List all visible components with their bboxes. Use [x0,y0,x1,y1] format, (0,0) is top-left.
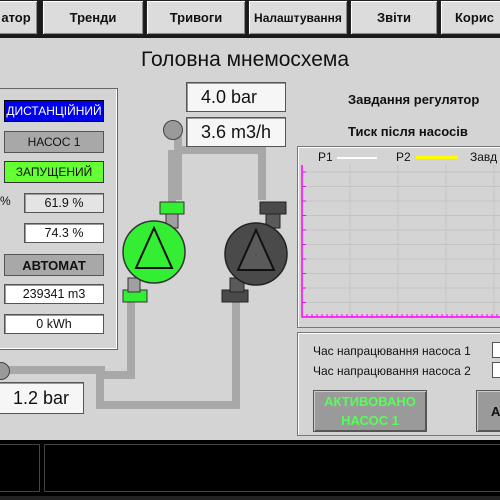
pressure-gauge-icon [163,120,183,140]
pump-name-label: НАСОС 1 [4,131,104,153]
running-state-badge: ЗАПУЩЕНИЙ [4,161,104,183]
footer-cell-2 [44,444,500,492]
hours-pump-2-label: Час напрацювання насоса 2 [313,364,471,378]
legend-p1-swatch [337,157,377,159]
activated-line-1: АКТИВОВАНО [324,394,416,409]
hours-pump-2-field [492,362,500,378]
pressure-after-label: Тиск після насосів [348,124,468,139]
tab-operator[interactable]: атор [0,0,38,35]
activate-pump-2-fragment: А [491,403,500,419]
tab-alarms[interactable]: Тривоги [146,0,246,35]
legend-p1-label: P1 [318,150,333,164]
tab-trends[interactable]: Тренди [42,0,144,35]
chart-axes [301,165,500,318]
pipe-bottom [96,290,240,409]
remote-mode-badge: ДИСТАНЦІЙНИЙ [4,100,104,122]
pressure-top-readout: 4.0 bar [186,82,286,112]
chart-plot-area [301,165,500,318]
activated-pump-1-button[interactable]: АКТИВОВАНО НАСОС 1 [313,390,427,432]
flow-readout: 3.6 m3/h [186,117,286,147]
hours-pump-1-field [492,342,500,358]
volume-field: 239341 m3 [4,284,104,304]
pump-1-icon[interactable] [118,198,190,306]
pressure-bottom-readout: 1.2 bar [0,382,84,414]
footer-strip [0,496,500,500]
page-title: Головна мнемосхема [140,48,349,71]
activated-line-2: НАСОС 1 [341,413,399,428]
value-field-1: 61.9 % [24,193,104,213]
legend-setpoint-label: Завд [470,150,498,164]
auto-mode-label[interactable]: АВТОМАТ [4,254,104,276]
tab-users[interactable]: Корис [440,0,500,35]
pump-2-icon[interactable] [218,200,298,304]
pump-1-panel [0,88,118,350]
setpoint-label: Завдання регулятор [348,92,480,107]
hours-pump-1-label: Час напрацювання насоса 1 [313,344,471,358]
tab-reports[interactable]: Звіти [350,0,438,35]
percent-label: % [0,194,11,208]
footer-cell-1 [0,444,40,492]
tab-settings[interactable]: Налаштування [248,0,348,35]
activate-pump-2-button[interactable]: А [476,390,500,432]
value-field-2[interactable]: 74.3 % [24,223,104,243]
legend-p2-label: P2 [396,150,411,164]
energy-field: 0 kWh [4,314,104,334]
legend-p2-swatch [416,156,458,159]
